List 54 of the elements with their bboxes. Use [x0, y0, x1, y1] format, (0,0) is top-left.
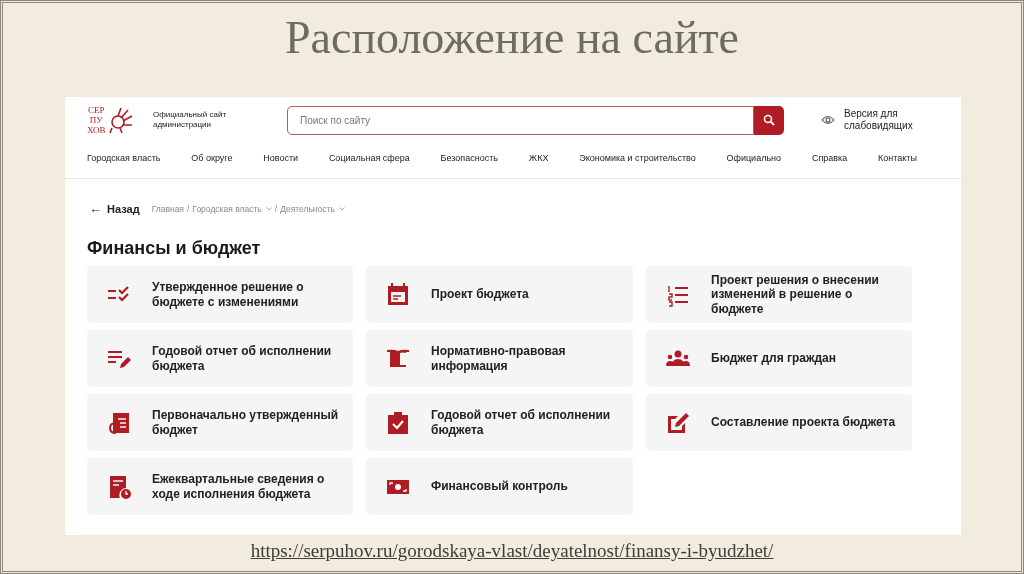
- budget-card[interactable]: Ежеквартальные сведения о ходе исполнения бюджета: [87, 458, 353, 515]
- budget-card[interactable]: Годовой отчет об исполнении бюджета: [87, 330, 353, 387]
- budget-card[interactable]: Утвержденное решение о бюджете с изменениями: [87, 266, 353, 323]
- card-title: Проект бюджета: [431, 287, 529, 302]
- page-heading: Финансы и бюджет: [86, 237, 262, 260]
- logo-drawing: [107, 106, 134, 134]
- budget-card[interactable]: Проект решения о внесении изменений в решение о бюджете: [646, 266, 912, 323]
- budget-card[interactable]: Бюджет для граждан: [646, 330, 912, 387]
- card-title: Проект решения о внесении изменений в решение о бюджете: [711, 272, 880, 317]
- document-clock-icon: [107, 474, 131, 499]
- card-title: Годовой отчет об исполнении бюджета: [431, 408, 612, 437]
- breadcrumb-link[interactable]: Главная: [151, 202, 184, 216]
- card-title: Первоначально утвержденный бюджет: [152, 408, 340, 437]
- nav-link[interactable]: Социальная сфера: [328, 151, 410, 166]
- budget-card[interactable]: Первоначально утвержденный бюджет: [87, 394, 353, 451]
- card-title: Нормативно-правовая информация: [431, 344, 567, 373]
- nav-link[interactable]: ЖКХ: [528, 151, 549, 166]
- budget-card[interactable]: Составление проекта бюджета: [646, 394, 912, 451]
- budget-card[interactable]: Финансовый контроль: [366, 458, 633, 515]
- breadcrumb-separator: /: [187, 202, 190, 216]
- card-title: Финансовый контроль: [431, 479, 568, 494]
- breadcrumb-separator: /: [274, 202, 278, 216]
- logo-text: СЕР ПУ ХОВ: [87, 105, 106, 135]
- clipboard-check-icon: [386, 410, 410, 435]
- document-refresh-icon: [107, 410, 131, 435]
- nav-link[interactable]: Экономика и строительство: [579, 151, 696, 166]
- nav-link[interactable]: Безопасность: [440, 151, 498, 166]
- nav-link[interactable]: Городская власть: [87, 151, 161, 166]
- card-title: Утвержденное решение о бюджете с изменениями: [152, 280, 305, 309]
- nav-link[interactable]: Новости: [263, 151, 299, 166]
- budget-card[interactable]: Годовой отчет об исполнении бюджета: [366, 394, 633, 451]
- back-link[interactable]: ← Назад: [89, 199, 140, 219]
- eye-icon[interactable]: [821, 115, 835, 125]
- card-title: Бюджет для граждан: [711, 351, 837, 366]
- card-title: Годовой отчет об исполнении бюджета: [152, 344, 333, 373]
- budget-card[interactable]: Проект бюджета: [366, 266, 633, 323]
- nav-link[interactable]: Об округе: [191, 151, 233, 166]
- breadcrumb-link[interactable]: Деятельность: [280, 202, 335, 216]
- nav-link[interactable]: Официально: [726, 151, 782, 166]
- site-caption: Официальный сайт администрации: [153, 110, 228, 130]
- search-button[interactable]: [754, 105, 784, 135]
- budget-card[interactable]: Нормативно-правовая информация: [366, 330, 633, 387]
- breadcrumb-link[interactable]: Городская власть: [192, 202, 262, 216]
- slide-title: Расположение на сайте: [284, 15, 740, 65]
- accessibility-link[interactable]: Версия для слабовидящих: [844, 108, 924, 132]
- calendar-icon: [386, 282, 410, 307]
- search-field[interactable]: Поиск по сайту: [287, 105, 754, 135]
- card-title: Ежеквартальные сведения о ходе исполнения бюджета: [152, 472, 326, 501]
- url-link[interactable]: https://serpuhov.ru/gorodskaya-vlast/deyatelnost/finansy-i-byudzhet/: [3, 537, 1021, 566]
- card-title: Составление проекта бюджета: [711, 415, 896, 430]
- search-icon: [763, 114, 775, 126]
- nav-link[interactable]: Контакты: [878, 151, 917, 166]
- pencil-square-icon: [666, 410, 690, 435]
- nav-link[interactable]: Справка: [811, 151, 848, 166]
